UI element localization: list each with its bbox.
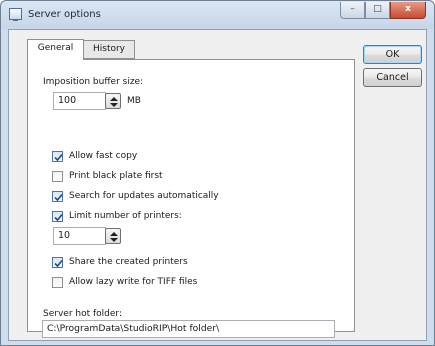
checkbox-label: Allow fast copy: [69, 151, 138, 161]
checkbox-lazy-write-tiff[interactable]: [52, 277, 63, 288]
checkbox-search-updates[interactable]: [52, 191, 63, 202]
cancel-button[interactable]: Cancel: [363, 68, 422, 87]
general-tab-panel: Imposition buffer size: 100 MB Allow fas…: [27, 59, 355, 338]
close-button[interactable]: x: [390, 2, 426, 19]
imposition-buffer-label: Imposition buffer size:: [43, 77, 144, 87]
checkbox-label: Limit number of printers:: [69, 211, 182, 221]
checkbox-label: Share the created printers: [69, 257, 188, 267]
imposition-buffer-input[interactable]: 100: [53, 92, 106, 110]
tab-history[interactable]: History: [84, 40, 135, 59]
hot-folder-label: Server hot folder:: [43, 309, 122, 319]
ok-button[interactable]: OK: [363, 45, 422, 64]
tab-general[interactable]: General: [27, 39, 84, 60]
printer-limit-stepper[interactable]: [105, 228, 121, 244]
window-title: Server options: [28, 9, 101, 20]
checkmark-icon: [54, 193, 63, 202]
maximize-button[interactable]: □: [365, 2, 390, 19]
checkbox-label: Search for updates automatically: [69, 191, 219, 201]
checkbox-label: Print black plate first: [69, 171, 163, 181]
window-app-icon: [9, 8, 22, 21]
title-bar[interactable]: Server options – □ x: [1, 1, 434, 29]
dialog-client-area: General History Imposition buffer size: …: [8, 29, 427, 341]
imposition-buffer-stepper[interactable]: [105, 93, 121, 109]
checkmark-icon: [54, 153, 63, 162]
minimize-button[interactable]: –: [340, 2, 365, 19]
checkbox-label: Allow lazy write for TIFF files: [69, 277, 198, 287]
imposition-buffer-unit: MB: [127, 96, 141, 106]
imposition-buffer-spinner: 100 MB: [53, 92, 158, 110]
printer-limit-spinner: 10: [53, 227, 133, 245]
window-controls: – □ x: [340, 2, 426, 20]
checkbox-share-printers[interactable]: [52, 257, 63, 268]
printer-limit-input[interactable]: 10: [53, 227, 106, 245]
spin-arrows-icon: [110, 97, 118, 107]
checkmark-icon: [54, 259, 63, 268]
spin-arrows-icon: [110, 232, 118, 242]
checkbox-limit-printers[interactable]: [52, 211, 63, 222]
checkmark-icon: [54, 213, 63, 222]
hot-folder-input[interactable]: C:\ProgramData\StudioRIP\Hot folder\: [42, 320, 335, 338]
server-options-window: Server options – □ x General History Imp…: [0, 0, 435, 346]
checkbox-allow-fast-copy[interactable]: [52, 151, 63, 162]
checkbox-print-black-plate-first[interactable]: [52, 171, 63, 182]
